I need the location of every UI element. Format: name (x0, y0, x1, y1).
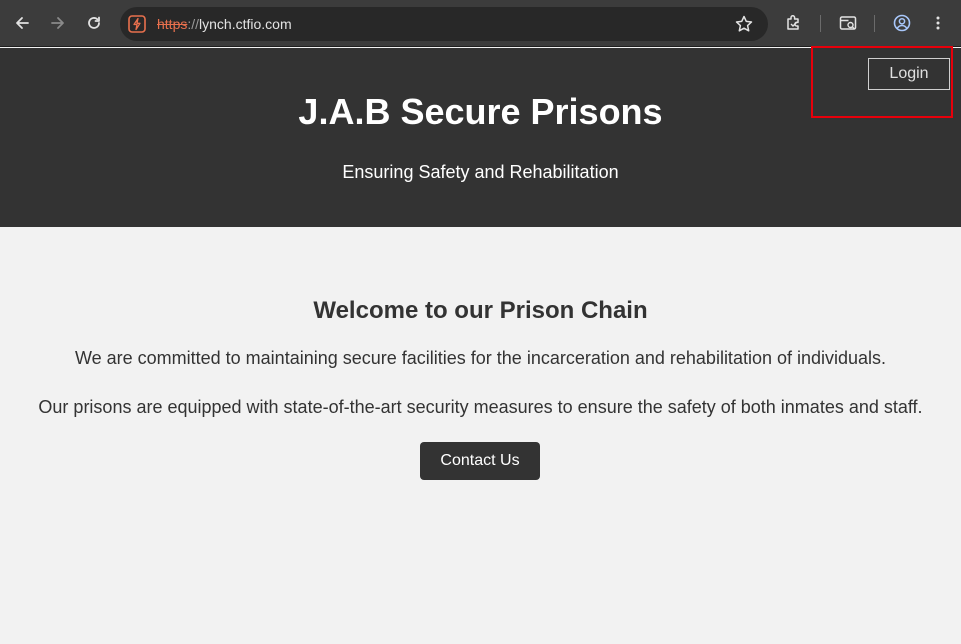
star-icon[interactable] (734, 14, 754, 34)
site-info-icon[interactable] (128, 15, 146, 33)
back-arrow-icon[interactable] (8, 9, 36, 37)
site-title: J.A.B Secure Prisons (298, 91, 663, 132)
url-text[interactable]: https://lynch.ctfio.com (157, 16, 292, 32)
toolbar-divider (874, 15, 875, 32)
forward-arrow-icon[interactable] (44, 9, 72, 37)
url-separator: :// (187, 16, 200, 32)
web-page: J.A.B Secure Prisons Ensuring Safety and… (0, 46, 961, 644)
site-header: J.A.B Secure Prisons Ensuring Safety and… (0, 48, 961, 227)
reload-icon[interactable] (80, 9, 108, 37)
browser-toolbar: https://lynch.ctfio.com (0, 0, 961, 47)
login-button[interactable]: Login (868, 58, 950, 90)
url-scheme: https (157, 16, 188, 32)
welcome-heading: Welcome to our Prison Chain (313, 297, 648, 324)
toolbar-divider (820, 15, 821, 32)
tab-search-icon[interactable] (834, 9, 862, 37)
intro-paragraph: We are committed to maintaining secure f… (74, 348, 887, 368)
profile-icon[interactable] (888, 9, 916, 37)
url-host: lynch.ctfio.com (199, 16, 292, 32)
kebab-menu-icon[interactable] (924, 9, 952, 37)
puzzle-icon[interactable] (780, 9, 808, 37)
contact-us-button[interactable]: Contact Us (420, 442, 540, 480)
address-bar[interactable]: https://lynch.ctfio.com (120, 7, 768, 41)
security-paragraph: Our prisons are equipped with state-of-t… (38, 397, 923, 417)
site-subtitle: Ensuring Safety and Rehabilitation (342, 162, 619, 182)
